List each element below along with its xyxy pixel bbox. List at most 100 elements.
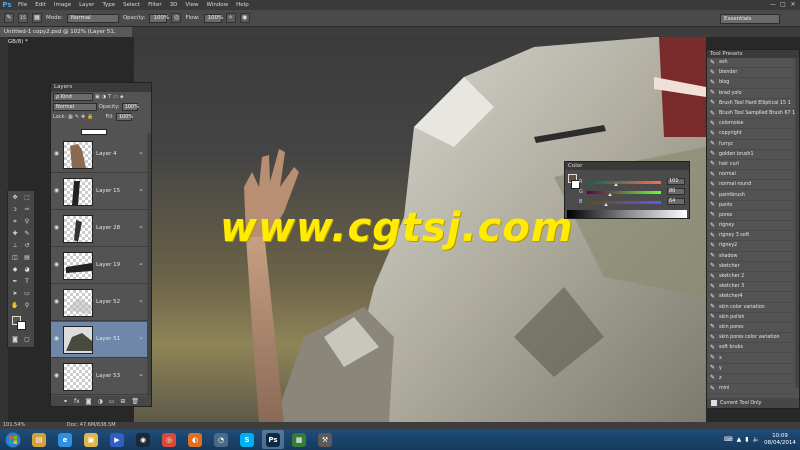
- tool-preset-item[interactable]: ✎ skin pores color variation: [707, 333, 799, 344]
- visibility-eye-icon[interactable]: ◉: [53, 150, 60, 157]
- menu-view[interactable]: View: [181, 0, 202, 10]
- tool-preset-item[interactable]: ✎ hair curl: [707, 160, 799, 171]
- filter-pixel-icon[interactable]: ▣: [95, 94, 100, 100]
- quick-mask-icon[interactable]: ◙: [10, 335, 20, 345]
- pen-tool-icon[interactable]: ✒: [10, 277, 20, 287]
- tool-preset-item[interactable]: ✎ z: [707, 374, 799, 384]
- color-spectrum-bar[interactable]: [567, 210, 687, 218]
- tool-preset-item[interactable]: ✎ rigney: [707, 221, 799, 232]
- start-button[interactable]: [0, 429, 26, 450]
- brush-tool-icon[interactable]: ✎: [22, 229, 32, 239]
- green-slider-knob[interactable]: [608, 193, 613, 196]
- type-tool-icon[interactable]: T: [22, 277, 32, 287]
- dodge-tool-icon[interactable]: ◕: [22, 265, 32, 275]
- new-group-icon[interactable]: ▭: [109, 398, 115, 405]
- menu-edit[interactable]: Edit: [31, 0, 50, 10]
- taskbar-chrome[interactable]: ◎: [158, 430, 180, 449]
- visibility-eye-icon[interactable]: ◉: [53, 224, 60, 231]
- taskbar-folder[interactable]: ▤: [28, 430, 50, 449]
- gradient-tool-icon[interactable]: ▤: [22, 253, 32, 263]
- current-tool-only-checkbox[interactable]: [711, 400, 717, 406]
- tool-preset-item[interactable]: ✎ skin color variation: [707, 303, 799, 313]
- marquee-tool-icon[interactable]: ⬚: [22, 193, 32, 203]
- lock-image-icon[interactable]: ✎: [75, 114, 79, 120]
- quick-select-tool-icon[interactable]: ✑: [22, 205, 32, 215]
- taskbar-tool[interactable]: ⚒: [314, 430, 336, 449]
- tab-document[interactable]: Untitled-1 copy2.psd @ 102% (Layer 51, R…: [0, 27, 132, 45]
- layer-row-layer-51[interactable]: ◉ Layer 51 ⚭: [51, 322, 151, 358]
- tool-preset-item[interactable]: ✎ normal: [707, 170, 799, 181]
- taskbar-photoshop[interactable]: Ps: [262, 430, 284, 449]
- maximize-button[interactable]: □: [778, 0, 788, 10]
- taskbar-steam[interactable]: ◉: [132, 430, 154, 449]
- hand-tool-icon[interactable]: ✋: [10, 301, 20, 311]
- background-color-swatch[interactable]: [17, 321, 26, 330]
- filter-shape-icon[interactable]: ▭: [113, 94, 118, 100]
- fill-field[interactable]: 100%: [115, 113, 133, 121]
- tool-preset-item[interactable]: ✎ sketcher 2: [707, 272, 799, 283]
- tool-preset-item[interactable]: ✎ skin pores: [707, 323, 799, 334]
- taskbar-firefox[interactable]: ◐: [184, 430, 206, 449]
- lock-position-icon[interactable]: ✥: [81, 114, 85, 120]
- tool-preset-item[interactable]: ✎ rigney 3 soft: [707, 231, 799, 242]
- taskbar-media-player[interactable]: ▶: [106, 430, 128, 449]
- tray-arrow-icon[interactable]: ▲: [737, 436, 742, 443]
- screen-mode-icon[interactable]: ▢: [22, 335, 32, 345]
- blue-slider-track[interactable]: [587, 201, 661, 204]
- tool-preset-item[interactable]: ✎ blender: [707, 68, 799, 79]
- menu-3d[interactable]: 3D: [166, 0, 182, 10]
- tool-presets-title[interactable]: Tool Presets: [707, 50, 799, 58]
- menu-image[interactable]: Image: [50, 0, 75, 10]
- visibility-eye-icon[interactable]: ◉: [53, 187, 60, 194]
- tool-preset-item[interactable]: ✎ skin polish: [707, 313, 799, 323]
- zoom-level[interactable]: 101.54%: [0, 422, 25, 428]
- brush-size-picker[interactable]: 15: [18, 13, 28, 23]
- stamp-tool-icon[interactable]: ⊥: [10, 241, 20, 251]
- tool-preset-item[interactable]: ✎ sketcher4: [707, 292, 799, 303]
- mode-select[interactable]: Normal: [66, 13, 119, 23]
- taskbar-settings[interactable]: ◔: [210, 430, 232, 449]
- tool-preset-item[interactable]: ✎ Brush Tool Samplled Brush 67 1: [707, 109, 799, 120]
- blue-slider-knob[interactable]: [603, 203, 608, 206]
- layer-row-layer-53[interactable]: ◉ Layer 53 ⚭: [51, 359, 151, 395]
- visibility-eye-icon[interactable]: ◉: [53, 335, 60, 342]
- tool-preset-item[interactable]: ✎ pants: [707, 201, 799, 211]
- brush-panel-toggle-icon[interactable]: ▦: [32, 13, 42, 23]
- add-mask-icon[interactable]: ◙: [86, 398, 92, 405]
- tool-preset-item[interactable]: ✎ furryz: [707, 140, 799, 150]
- brush-tool-icon[interactable]: ✎: [4, 13, 14, 23]
- delete-layer-icon[interactable]: 🗑: [131, 398, 139, 405]
- pressure-opacity-icon[interactable]: ◎: [171, 13, 182, 23]
- layers-panel-title[interactable]: Layers: [51, 83, 151, 92]
- layer-row-layer-15[interactable]: ◉ Layer 15 ⚭: [51, 174, 151, 210]
- new-layer-icon[interactable]: ⊞: [120, 398, 125, 405]
- visibility-eye-icon[interactable]: ◉: [53, 261, 60, 268]
- menu-type[interactable]: Type: [98, 0, 119, 10]
- menu-filter[interactable]: Filter: [144, 0, 166, 10]
- green-slider-track[interactable]: [587, 191, 661, 194]
- close-button[interactable]: ✕: [788, 0, 798, 10]
- blur-tool-icon[interactable]: ◆: [10, 265, 20, 275]
- healing-tool-icon[interactable]: ✚: [10, 229, 20, 239]
- menu-select[interactable]: Select: [119, 0, 144, 10]
- tool-preset-item[interactable]: ✎ blog: [707, 78, 799, 89]
- lasso-tool-icon[interactable]: ↄ: [10, 205, 20, 215]
- menu-window[interactable]: Window: [202, 0, 232, 10]
- filter-type-icon[interactable]: T: [108, 94, 111, 100]
- keyboard-icon[interactable]: ⌨: [724, 436, 733, 443]
- tool-preset-item[interactable]: ✎ shadow: [707, 252, 799, 262]
- taskbar-internet-explorer[interactable]: e: [54, 430, 76, 449]
- tool-preset-item[interactable]: ✎ mini: [707, 384, 799, 395]
- tool-preset-item[interactable]: ✎ ash: [707, 58, 799, 69]
- move-tool-icon[interactable]: ✥: [10, 193, 20, 203]
- tool-preset-item[interactable]: ✎ paintbrush: [707, 190, 799, 201]
- tool-preset-item[interactable]: ✎ Brush Tool Hard Elliptical 15 1: [707, 99, 799, 109]
- path-select-tool-icon[interactable]: ➤: [10, 289, 20, 299]
- red-slider-track[interactable]: [587, 181, 661, 184]
- layer-row-layer-28[interactable]: ◉ Layer 28 ⚭: [51, 211, 151, 247]
- tool-preset-item[interactable]: ✎ colornoise: [707, 119, 799, 130]
- tool-preset-item[interactable]: ✎ sketcher 3: [707, 282, 799, 293]
- taskbar-monitor[interactable]: ▦: [288, 430, 310, 449]
- red-slider-knob[interactable]: [614, 183, 619, 186]
- filter-smart-object-icon[interactable]: ◈: [120, 94, 124, 100]
